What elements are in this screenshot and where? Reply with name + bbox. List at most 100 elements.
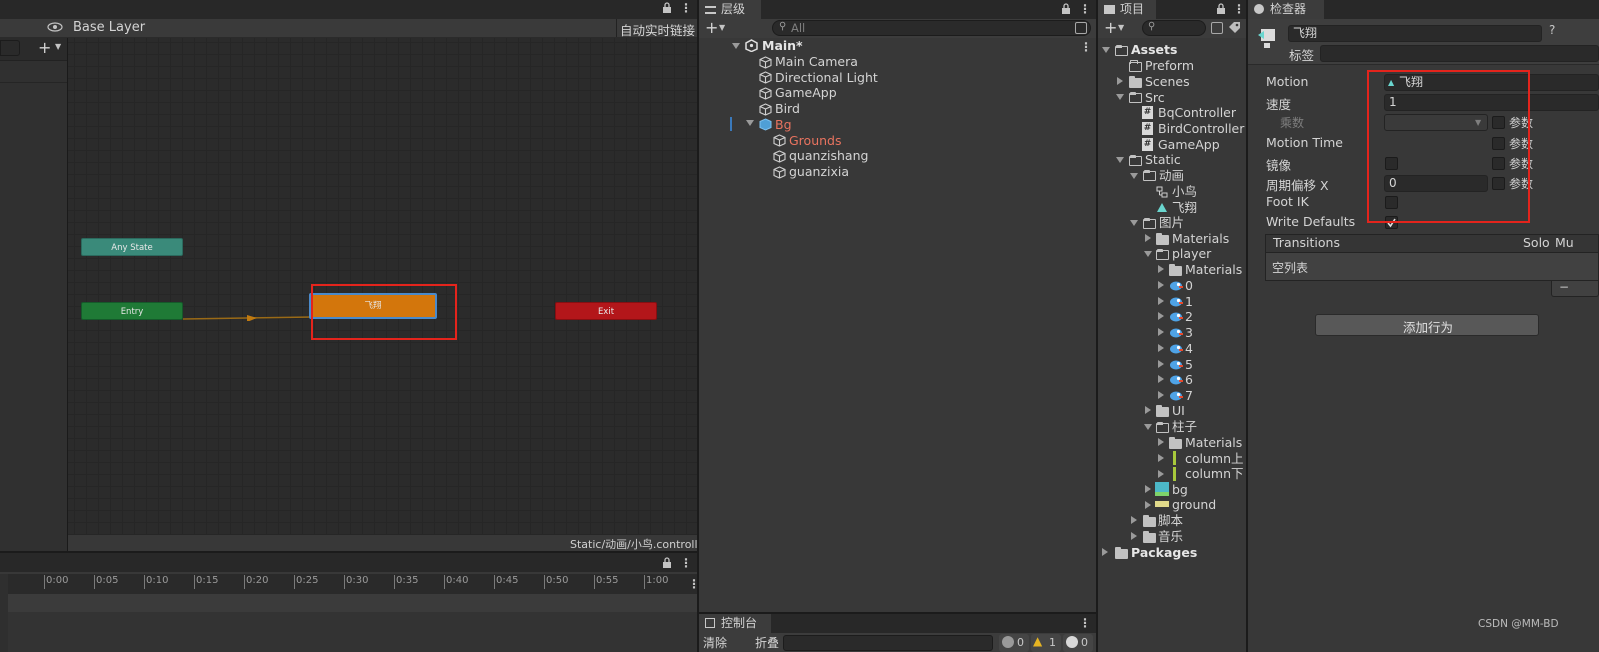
collapse-arrow-icon[interactable] <box>1158 391 1164 399</box>
project-item[interactable]: 6 <box>1185 372 1193 388</box>
hierarchy-item[interactable]: Directional Light <box>775 70 878 86</box>
lock-icon[interactable] <box>1061 3 1071 15</box>
hierarchy-item[interactable]: guanzixia <box>789 164 849 180</box>
hierarchy-item[interactable]: Bird <box>775 101 800 117</box>
lock-icon[interactable] <box>1216 3 1226 15</box>
project-item[interactable]: column上 <box>1185 451 1244 467</box>
project-item[interactable]: 4 <box>1185 341 1193 357</box>
expand-arrow-icon[interactable] <box>1144 424 1152 430</box>
layer-name[interactable]: Base Layer <box>73 20 145 35</box>
collapse-arrow-icon[interactable] <box>1145 485 1151 493</box>
expand-arrow-icon[interactable] <box>1116 94 1124 100</box>
project-item[interactable]: BqController <box>1158 105 1236 121</box>
collapse-arrow-icon[interactable] <box>1145 234 1151 242</box>
project-item[interactable]: Materials <box>1172 231 1229 247</box>
tab-hierarchy[interactable]: 层级 <box>699 0 761 19</box>
hierarchy-item[interactable]: quanzishang <box>789 148 868 164</box>
project-item[interactable]: 飞翔 <box>1172 200 1197 216</box>
project-item[interactable]: Scenes <box>1145 74 1190 90</box>
project-item[interactable]: column下 <box>1185 466 1244 482</box>
any-state-node[interactable]: Any State <box>81 238 183 256</box>
label-filter-icon[interactable] <box>1228 21 1241 34</box>
clear-button[interactable]: 清除 <box>703 634 727 651</box>
project-item[interactable]: Static <box>1145 152 1181 168</box>
project-item[interactable]: 7 <box>1185 388 1193 404</box>
remove-transition-button[interactable]: − <box>1559 280 1569 294</box>
entry-node[interactable]: Entry <box>81 302 183 320</box>
live-link-button[interactable]: 自动实时链接 <box>620 20 695 39</box>
project-item[interactable]: 5 <box>1185 357 1193 373</box>
expand-arrow-icon[interactable] <box>746 120 754 126</box>
collapse-arrow-icon[interactable] <box>1158 375 1164 383</box>
project-item[interactable]: 图片 <box>1159 215 1184 231</box>
hierarchy-item[interactable]: GameApp <box>775 85 837 101</box>
project-item[interactable]: BirdController <box>1158 121 1244 137</box>
help-icon[interactable]: ? <box>1549 23 1555 37</box>
collapse-arrow-icon[interactable] <box>1102 548 1108 556</box>
object-name-field[interactable]: 飞翔 <box>1288 25 1542 42</box>
animator-menu-icon[interactable]: ⋮ <box>680 1 692 15</box>
collapse-arrow-icon[interactable] <box>1158 438 1164 446</box>
expand-arrow-icon[interactable] <box>732 43 740 49</box>
collapse-arrow-icon[interactable] <box>1158 328 1164 336</box>
project-item[interactable]: Src <box>1145 90 1165 106</box>
collapse-arrow-icon[interactable] <box>1158 360 1164 368</box>
collapse-arrow-icon[interactable] <box>1158 281 1164 289</box>
project-search-input[interactable]: ⚲ <box>1142 20 1206 36</box>
collapse-button[interactable]: 折叠 <box>755 634 779 651</box>
search-options-icon[interactable] <box>1075 22 1087 34</box>
project-item[interactable]: bg <box>1172 482 1188 498</box>
collapse-arrow-icon[interactable] <box>1117 77 1123 85</box>
project-item[interactable]: 音乐 <box>1158 529 1183 545</box>
tab-console[interactable]: 控制台 <box>699 614 771 633</box>
project-item[interactable]: 动画 <box>1159 168 1184 184</box>
collapse-arrow-icon[interactable] <box>1158 312 1164 320</box>
hierarchy-item[interactable]: Main Camera <box>775 54 858 70</box>
chevron-down-icon[interactable]: ▼ <box>719 23 725 32</box>
project-item[interactable]: player <box>1172 246 1211 262</box>
exit-node[interactable]: Exit <box>555 302 657 320</box>
search-by-type-icon[interactable] <box>1211 22 1223 34</box>
expand-arrow-icon[interactable] <box>1116 157 1124 163</box>
eye-icon[interactable] <box>47 21 63 33</box>
collapse-arrow-icon[interactable] <box>1145 501 1151 509</box>
chevron-down-icon[interactable]: ▼ <box>55 42 61 51</box>
create-asset-button[interactable]: + <box>1104 18 1117 37</box>
project-item[interactable]: GameApp <box>1158 137 1220 153</box>
lock-icon[interactable] <box>662 557 672 569</box>
hierarchy-menu-icon[interactable]: ⋮ <box>1079 2 1091 16</box>
hierarchy-item[interactable]: Bg <box>775 117 792 133</box>
project-item[interactable]: Preform <box>1145 58 1194 74</box>
scene-main[interactable]: Main* <box>762 38 803 54</box>
lock-icon[interactable] <box>662 2 672 14</box>
hierarchy-item[interactable]: Grounds <box>789 133 842 149</box>
tab-project[interactable]: 项目 <box>1098 0 1156 19</box>
tag-field[interactable] <box>1320 45 1599 62</box>
entry-transition[interactable] <box>182 310 314 322</box>
project-item-assets[interactable]: Assets <box>1131 42 1177 58</box>
project-item[interactable]: 小鸟 <box>1172 184 1197 200</box>
project-item[interactable]: ground <box>1172 497 1216 513</box>
hierarchy-search-input[interactable]: ⚲ All <box>772 20 1091 36</box>
log-count-toggle[interactable]: 0 <box>999 634 1029 652</box>
error-count-toggle[interactable]: 0 <box>1063 634 1093 652</box>
project-menu-icon[interactable]: ⋮ <box>1233 2 1245 16</box>
expand-arrow-icon[interactable] <box>1130 220 1138 226</box>
timeline-menu-icon[interactable]: ⋮ <box>680 556 692 570</box>
collapse-arrow-icon[interactable] <box>1131 516 1137 524</box>
collapse-arrow-icon[interactable] <box>1131 532 1137 540</box>
tab-inspector[interactable]: 检查器 <box>1248 0 1324 19</box>
project-item[interactable]: 2 <box>1185 309 1193 325</box>
collapse-arrow-icon[interactable] <box>1158 470 1164 478</box>
console-menu-icon[interactable]: ⋮ <box>1079 616 1091 630</box>
collapse-arrow-icon[interactable] <box>1158 344 1164 352</box>
collapse-arrow-icon[interactable] <box>1145 406 1151 414</box>
console-search-input[interactable] <box>783 635 993 651</box>
warning-count-toggle[interactable]: ▲ 1 <box>1031 634 1061 652</box>
add-object-button[interactable]: + <box>705 18 718 37</box>
collapse-arrow-icon[interactable] <box>1158 265 1164 273</box>
add-layer-button[interactable]: + <box>38 38 51 57</box>
collapse-arrow-icon[interactable] <box>1158 297 1164 305</box>
project-item-packages[interactable]: Packages <box>1131 545 1197 561</box>
project-item[interactable]: UI <box>1172 403 1185 419</box>
